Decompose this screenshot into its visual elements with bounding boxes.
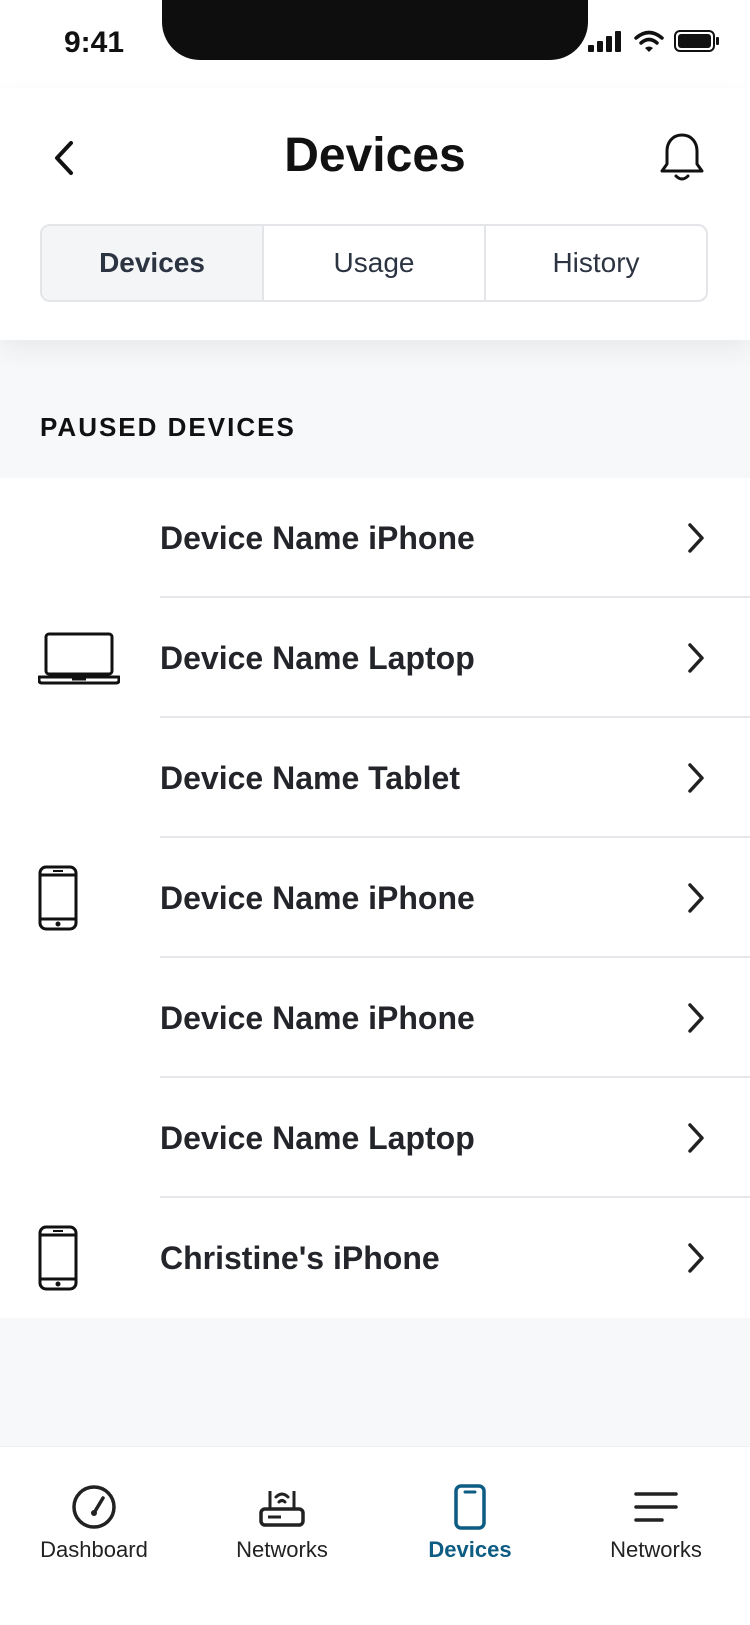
status-time: 9:41 (64, 26, 125, 59)
device-row[interactable]: Christine's iPhone (0, 1198, 750, 1318)
tab-devices-nav[interactable]: Devices (376, 1447, 564, 1625)
device-name: Device Name Laptop (160, 1119, 475, 1156)
device-row[interactable]: Device Name iPhone (0, 838, 750, 958)
chevron-right-icon (686, 998, 710, 1038)
wifi-icon (634, 30, 664, 52)
device-name: Christine's iPhone (160, 1239, 440, 1276)
chevron-right-icon (686, 758, 710, 798)
status-icons (588, 30, 720, 52)
status-bar: 9:41 (0, 0, 750, 88)
header: Devices Devices Usage History (0, 88, 750, 340)
content-area: PAUSED DEVICES Device Name iPhone Device… (0, 340, 750, 1446)
device-icon (453, 1483, 487, 1531)
tab-devices[interactable]: Devices (42, 226, 264, 300)
device-name: Device Name iPhone (160, 519, 475, 556)
section-title: PAUSED DEVICES (40, 412, 296, 442)
tab-label: Devices (428, 1537, 512, 1562)
device-row[interactable]: Device Name Laptop (0, 598, 750, 718)
device-name: Device Name Tablet (160, 759, 460, 796)
phone-icon (38, 838, 120, 958)
tab-usage[interactable]: Usage (264, 226, 486, 300)
laptop-icon (38, 598, 120, 718)
device-name: Device Name Laptop (160, 639, 475, 676)
signal-icon (588, 31, 621, 52)
device-row[interactable]: Device Name iPhone (0, 958, 750, 1078)
tab-label: Networks (610, 1537, 702, 1562)
device-row[interactable]: Device Name Tablet (0, 718, 750, 838)
page-title: Devices (284, 129, 466, 182)
device-name: Device Name iPhone (160, 879, 475, 916)
router-icon (257, 1483, 307, 1531)
battery-icon (674, 30, 719, 52)
device-row[interactable]: Device Name Laptop (0, 1078, 750, 1198)
tab-label: Dashboard (40, 1537, 148, 1562)
chevron-right-icon (686, 878, 710, 918)
bell-icon (660, 133, 704, 181)
tab-label: Networks (236, 1537, 328, 1562)
tab-menu[interactable]: Networks (562, 1447, 750, 1625)
phone-icon (38, 1198, 120, 1318)
tab-networks[interactable]: Networks (188, 1447, 376, 1625)
device-list: Device Name iPhone Device Name Laptop De… (0, 478, 750, 1318)
menu-icon (634, 1483, 678, 1531)
bottom-tab-bar: Dashboard Networks Devices Networks (0, 1446, 750, 1625)
chevron-right-icon (686, 518, 710, 558)
device-notch (162, 0, 588, 60)
speedometer-icon (70, 1483, 118, 1531)
tab-dashboard[interactable]: Dashboard (0, 1447, 188, 1625)
notifications-button[interactable] (654, 130, 710, 186)
chevron-right-icon (686, 638, 710, 678)
device-name: Device Name iPhone (160, 999, 475, 1036)
chevron-right-icon (686, 1118, 710, 1158)
segmented-control: Devices Usage History (40, 224, 708, 302)
chevron-right-icon (686, 1238, 710, 1278)
tab-history[interactable]: History (486, 226, 706, 300)
device-row[interactable]: Device Name iPhone (0, 478, 750, 598)
